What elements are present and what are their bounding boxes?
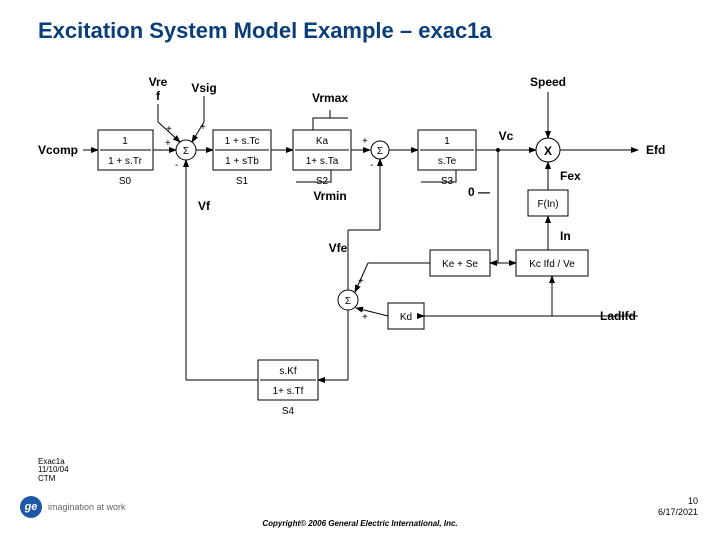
label-vcomp: Vcomp — [38, 143, 78, 157]
copyright-text: Copyright© 2006 General Electric Interna… — [0, 519, 720, 528]
svg-text:+: + — [362, 312, 368, 323]
label-vf: Vf — [198, 199, 211, 213]
block-s1-num: 1 + s.Tc — [225, 136, 260, 147]
block-s1-tag: S1 — [236, 176, 249, 187]
page-number: 10 — [658, 496, 698, 507]
label-vc: Vc — [499, 129, 514, 143]
block-s2-num: Ka — [316, 136, 329, 147]
svg-text:+: + — [166, 124, 172, 135]
label-efd: Efd — [646, 143, 665, 157]
block-s4-tag: S4 — [282, 406, 295, 417]
footer: ge imagination at work Copyright© 2006 G… — [0, 498, 720, 534]
block-s4-num: s.Kf — [279, 366, 296, 377]
label-vrmax: Vrmax — [312, 91, 348, 105]
block-s0-num: 1 — [122, 136, 128, 147]
logo-area: ge imagination at work — [20, 496, 126, 518]
ge-logo-icon: ge — [20, 496, 42, 518]
block-diagram: Vcomp 1 1 + s.Tr S0 + Σ Vre f + Vsig + -… — [38, 60, 678, 460]
svg-text:+: + — [358, 276, 364, 287]
page-date: 6/17/2021 — [658, 507, 698, 518]
label-vsig: Vsig — [191, 81, 216, 95]
block-s2-den: 1+ s.Ta — [306, 156, 339, 167]
label-in: In — [560, 229, 571, 243]
label-vref: Vre — [149, 75, 168, 89]
sum-symbol-3: Σ — [345, 296, 351, 307]
slide-notes: Exac1a 11/10/04 CTM — [38, 458, 69, 484]
label-vfe: Vfe — [329, 241, 348, 255]
svg-text:+: + — [165, 138, 171, 149]
sum-symbol-1: Σ — [183, 146, 189, 157]
block-kd-label: Kd — [400, 312, 412, 323]
svg-text:+: + — [200, 122, 206, 133]
logo-tagline: imagination at work — [48, 502, 126, 512]
block-s1-den: 1 + sTb — [225, 156, 259, 167]
label-fex: Fex — [560, 169, 581, 183]
svg-text:-: - — [370, 160, 373, 171]
label-speed: Speed — [530, 75, 566, 89]
page-info: 10 6/17/2021 — [658, 496, 698, 518]
svg-text:-: - — [175, 160, 178, 171]
block-kcifd-label: Kc Ifd / Ve — [529, 259, 575, 270]
block-kese-label: Ke + Se — [442, 259, 478, 270]
block-s3-den: s.Te — [438, 156, 457, 167]
label-zero: 0 — — [468, 185, 490, 199]
block-s4-den: 1+ s.Tf — [273, 386, 304, 397]
svg-text:+: + — [362, 136, 368, 147]
block-fin-label: F(In) — [537, 199, 558, 210]
label-vrmin: Vrmin — [313, 189, 346, 203]
slide-title: Excitation System Model Example – exac1a — [38, 18, 492, 44]
block-s0-den: 1 + s.Tr — [108, 156, 142, 167]
mult-symbol: X — [544, 144, 552, 158]
sum-symbol-2: Σ — [377, 146, 383, 157]
label-vref2: f — [156, 89, 161, 103]
notes-line3: CTM — [38, 475, 69, 484]
block-s3-num: 1 — [444, 136, 450, 147]
block-s0-tag: S0 — [119, 176, 132, 187]
